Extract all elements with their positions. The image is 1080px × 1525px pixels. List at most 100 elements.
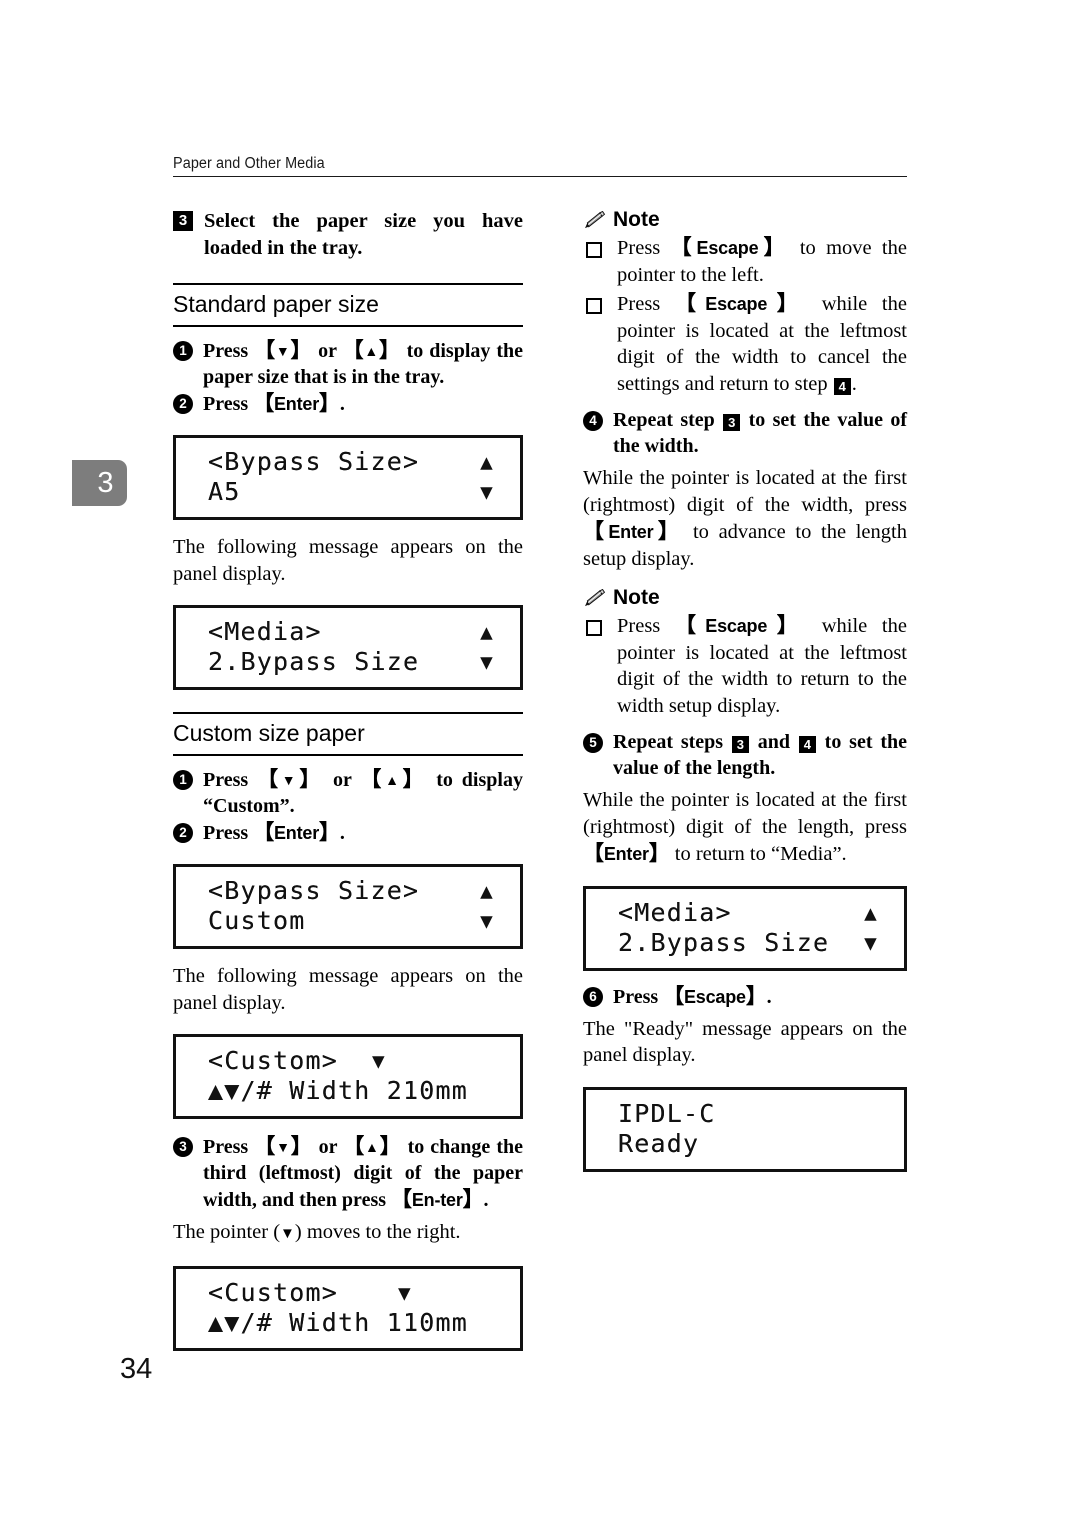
key-down-arrow: 【▼】 <box>254 338 313 362</box>
lcd-line-1: IPDL-C <box>618 1098 716 1128</box>
lcd-line-1: <Media> <box>208 617 322 646</box>
step-5-marker: 5 <box>583 733 603 753</box>
manual-page: Paper and Other Media 3 3 Select the pap… <box>0 0 1080 1525</box>
substep-text-part: or <box>324 769 361 791</box>
key-escape: 【Escape】 <box>674 613 808 637</box>
step-3-text: Select the paper size you have loaded in… <box>204 210 523 259</box>
substep-text-part: or <box>312 1136 344 1158</box>
left-column: 3 Select the paper size you have loaded … <box>173 208 523 1351</box>
lcd-line-2: 2.Bypass Size <box>618 927 830 957</box>
custom-substep-3: 3 Press 【▼】 or 【▲】 to change the third (… <box>173 1133 523 1213</box>
key-escape: 【Escape】 <box>674 291 808 315</box>
step-5-body-a: While the pointer is located at the firs… <box>583 789 907 838</box>
key-enter-hyphenated-tail: ter】 <box>440 1187 484 1211</box>
key-enter: 【Enter】 <box>583 841 670 865</box>
step-reference: 3 <box>723 414 741 431</box>
lcd-panel-custom-110: <Custom> ▼ ▲▼/# Width 110mm <box>173 1265 523 1351</box>
standard-substep-2-marker: 2 <box>173 394 193 414</box>
key-enter: 【Enter】 <box>583 519 684 543</box>
lcd-line-2: 2.Bypass Size <box>208 647 420 676</box>
lcd-line-1: <Media> <box>618 897 732 927</box>
key-down-arrow: 【▼】 <box>254 1134 313 1158</box>
note-label: Note <box>613 208 660 231</box>
key-up-arrow: 【▲】 <box>342 338 401 362</box>
lcd-line-2: Ready <box>618 1128 700 1158</box>
custom-substep-1-marker: 1 <box>173 770 193 790</box>
down-arrow-icon: ▼ <box>480 480 494 504</box>
standard-substep-2: 2 Press 【Enter】. <box>173 390 523 417</box>
header-rule <box>173 176 907 177</box>
custom-substep-2-marker: 2 <box>173 823 193 843</box>
key-enter: 【Enter】 <box>253 820 340 844</box>
note-item: Press 【Escape】 while the pointer is loca… <box>583 290 907 397</box>
header-title: Paper and Other Media <box>173 155 325 172</box>
step-3-marker: 3 <box>173 211 193 231</box>
step-3: 3 Select the paper size you have loaded … <box>173 208 523 261</box>
section-heading-custom: Custom size paper <box>173 712 523 756</box>
ready-caption: The "Ready" message appears on the panel… <box>583 1017 907 1067</box>
lcd-panel-ready: IPDL-C Ready <box>583 1086 907 1172</box>
lcd-line-1: <Custom> <box>208 1277 339 1307</box>
substep-text-part: . <box>339 393 345 415</box>
section-heading-standard: Standard paper size <box>173 283 523 327</box>
lcd-line-1: <Bypass Size> <box>208 876 420 905</box>
lcd-line-2: ▲▼/# Width 210mm <box>208 1076 469 1105</box>
step-6-marker: 6 <box>583 986 603 1007</box>
standard-caption: The following message appears on the pan… <box>173 536 523 585</box>
note-bullet-icon <box>586 242 602 258</box>
down-arrow-icon: ▼ <box>864 930 878 955</box>
standard-substep-1: 1 Press 【▼】 or 【▲】 to display the paper … <box>173 337 523 390</box>
step-6-text-part: . <box>766 985 772 1008</box>
step-4-body: While the pointer is located at the firs… <box>583 465 907 572</box>
substep-text-part: Press <box>203 769 258 791</box>
lcd-line-1: <Custom> <box>208 1046 339 1075</box>
substep-text-part: Press <box>203 393 254 415</box>
key-down-arrow: 【▼】 <box>257 767 325 791</box>
note-text-part: . <box>851 372 857 395</box>
up-arrow-icon: ▲ <box>480 879 494 903</box>
step-reference: 4 <box>833 377 851 395</box>
chapter-tab-number: 3 <box>97 466 114 499</box>
note-header-2: Note <box>583 586 907 610</box>
step-4-marker: 4 <box>583 411 603 431</box>
note-bullet-icon <box>586 620 602 636</box>
up-arrow-icon: ▲ <box>864 900 878 925</box>
chapter-tab: 3 <box>72 460 127 506</box>
step-4-text-part: Repeat step <box>613 409 723 431</box>
key-up-arrow: 【▲】 <box>343 1134 402 1158</box>
up-arrow-icon: ▲ <box>480 620 494 644</box>
lcd-panel-media-right: <Media> ▲ 2.Bypass Size ▼ <box>583 885 907 971</box>
page-number: 34 <box>120 1353 153 1385</box>
note-item: Press 【Escape】 to move the pointer to th… <box>583 234 907 288</box>
down-arrow-icon: ▼ <box>280 1226 295 1242</box>
lcd-panel-custom-210: <Custom> ▼ ▲▼/# Width 210mm <box>173 1034 523 1119</box>
pencil-icon <box>585 588 606 606</box>
pointer-move-note-b: ) moves to the right. <box>294 1221 461 1243</box>
note-bullet-icon <box>586 298 602 314</box>
substep-text-part: Press <box>203 1136 255 1158</box>
step-5-text-part: and <box>749 731 798 753</box>
step-5-body: While the pointer is located at the firs… <box>583 787 907 868</box>
pencil-icon <box>585 210 606 228</box>
substep-text-part: . <box>483 1189 489 1211</box>
key-up-arrow: 【▲】 <box>360 767 428 791</box>
down-arrow-icon: ▼ <box>480 909 494 933</box>
right-column: Note Press 【Escape】 to move the pointer … <box>583 208 907 1172</box>
key-escape: 【Escape】 <box>670 235 790 259</box>
step-6-text-part: Press <box>613 985 664 1008</box>
substep-text-part: Press <box>203 340 255 362</box>
substep-text-part: . <box>339 822 345 844</box>
lcd-line-2: ▲▼/# Width 110mm <box>208 1307 469 1337</box>
step-5-text-part: Repeat steps <box>613 731 731 753</box>
substep-text-part: or <box>312 340 343 362</box>
down-arrow-icon: ▼ <box>372 1049 386 1073</box>
lcd-line-1: <Bypass Size> <box>208 447 420 476</box>
key-enter: 【Enter】 <box>253 391 340 415</box>
up-arrow-icon: ▲ <box>480 450 494 474</box>
lcd-panel-bypass-custom: <Bypass Size> ▲ Custom ▼ <box>173 864 523 949</box>
step-reference: 4 <box>798 736 816 753</box>
step-4-body-a: While the pointer is located at the firs… <box>583 467 907 516</box>
note-header-1: Note <box>583 208 907 232</box>
lcd-panel-bypass-a5: <Bypass Size> ▲ A5 ▼ <box>173 435 523 520</box>
step-reference: 3 <box>731 736 749 753</box>
